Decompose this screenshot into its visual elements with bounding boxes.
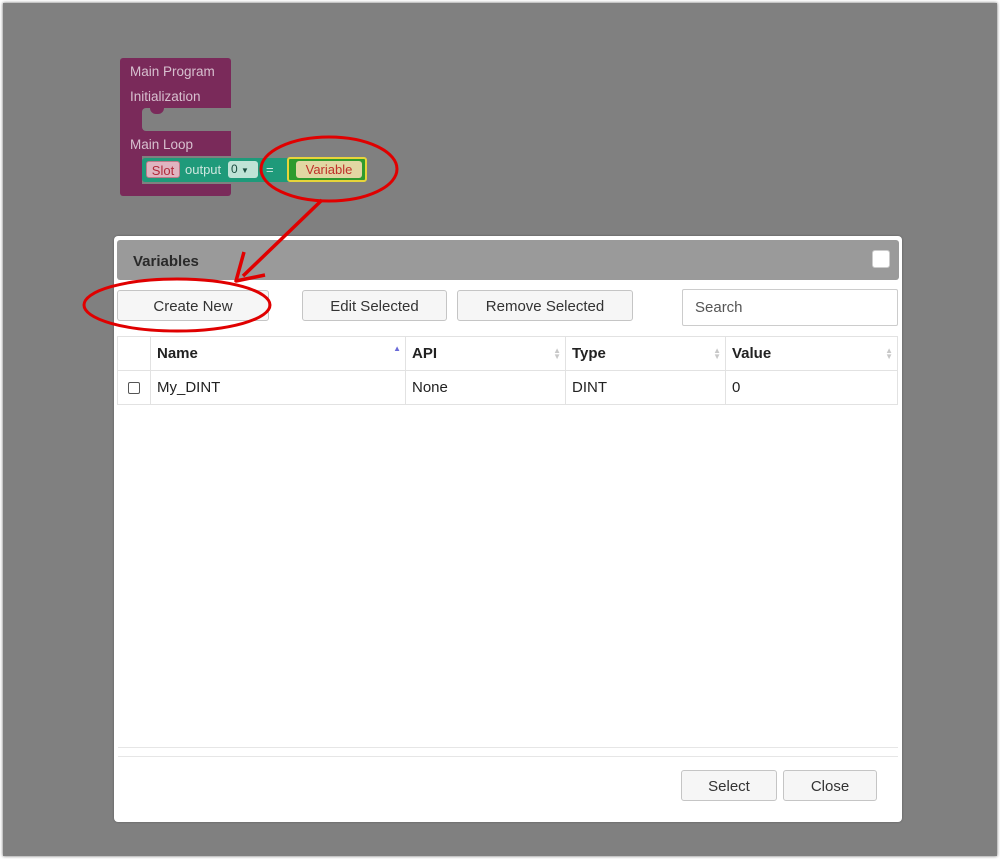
create-new-button[interactable]: Create New (117, 290, 269, 321)
close-button[interactable]: Close (783, 770, 877, 801)
search-input[interactable] (682, 289, 898, 326)
column-header-name[interactable]: Name ▲ (150, 336, 406, 371)
cell-name: My_DINT (150, 370, 406, 405)
column-label: API (412, 345, 438, 362)
table-row[interactable]: My_DINT None DINT 0 (117, 370, 898, 405)
main-program-label: Main Program (130, 64, 215, 79)
sort-icon: ▲ ▼ (885, 346, 893, 361)
sort-icon: ▲ ▼ (553, 346, 561, 361)
row-select-cell (117, 370, 151, 405)
column-header-value[interactable]: Value ▲ ▼ (725, 336, 898, 371)
select-column-header (117, 336, 151, 371)
dialog-titlebar[interactable]: Variables (117, 240, 899, 280)
divider (118, 747, 898, 748)
output-index-value: 0 (231, 162, 238, 176)
variables-dialog: Variables Create New Edit Selected Remov… (114, 236, 902, 822)
equals-label: = (266, 162, 274, 177)
table-header-row: Name ▲ API ▲ ▼ Type ▲ ▼ Value ▲ ▼ (117, 336, 898, 371)
sort-icon: ▲ ▼ (713, 346, 721, 361)
dialog-title: Variables (133, 253, 199, 270)
column-label: Name (157, 345, 198, 362)
variable-field[interactable]: Variable (296, 161, 362, 178)
sort-ascending-icon: ▲ (393, 344, 401, 353)
edit-selected-button[interactable]: Edit Selected (302, 290, 447, 321)
initialization-label: Initialization (130, 89, 201, 104)
close-icon[interactable] (872, 250, 890, 268)
divider (118, 756, 898, 757)
remove-selected-button[interactable]: Remove Selected (457, 290, 633, 321)
column-label: Type (572, 345, 606, 362)
cell-api: None (405, 370, 566, 405)
column-header-type[interactable]: Type ▲ ▼ (565, 336, 726, 371)
slot-field[interactable]: Slot (146, 161, 180, 178)
output-index-dropdown[interactable]: 0 ▼ (228, 161, 258, 178)
cell-value: 0 (725, 370, 898, 405)
column-header-api[interactable]: API ▲ ▼ (405, 336, 566, 371)
output-label: output (185, 162, 222, 177)
column-label: Value (732, 345, 772, 362)
main-loop-label: Main Loop (130, 137, 194, 152)
variables-table: Name ▲ API ▲ ▼ Type ▲ ▼ Value ▲ ▼ My_DIN… (117, 336, 898, 405)
select-button[interactable]: Select (681, 770, 777, 801)
row-checkbox[interactable] (128, 382, 140, 395)
chevron-down-icon: ▼ (241, 166, 249, 175)
cell-type: DINT (565, 370, 726, 405)
